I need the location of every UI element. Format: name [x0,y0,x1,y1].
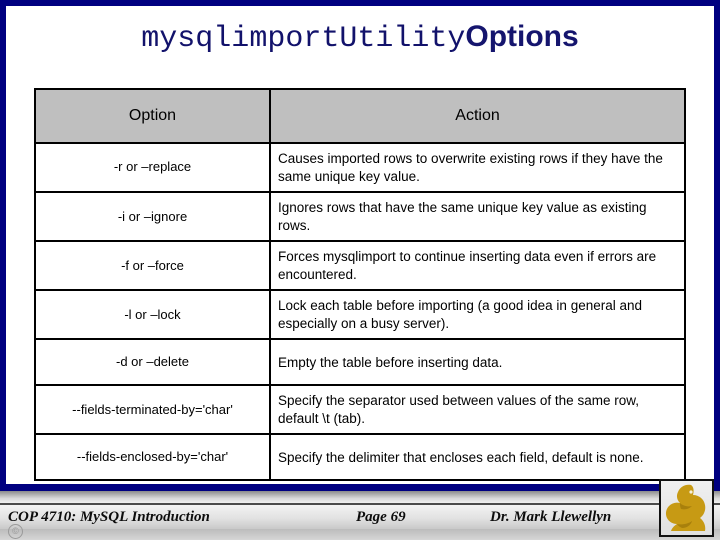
table-row: -i or –ignore Ignores rows that have the … [34,191,686,243]
action-cell: Forces mysqlimport to continue inserting… [269,240,686,292]
page-title: mysqlimportUtilityOptions [0,20,720,56]
table-row: -r or –replace Causes imported rows to ov… [34,141,686,194]
option-cell: --fields-enclosed-by='char' [34,433,271,482]
footer-accent-line [0,484,720,491]
copyright-mark: © [8,524,23,539]
action-cell: Empty the table before inserting data. [269,338,686,387]
action-cell: Ignores rows that have the same unique k… [269,191,686,243]
table-body: -r or –replace Causes imported rows to ov… [34,141,686,482]
title-utility-word: Utility [339,22,466,56]
slide-border-right [714,0,720,540]
title-monospace-part: mysqlimportUtility [141,22,465,56]
table-row: -l or –lock Lock each table before import… [34,289,686,341]
ucf-pegasus-logo [659,479,714,537]
title-options-word: Options [465,20,579,53]
footer-gradient-band [0,491,720,503]
option-cell: -f or –force [34,240,271,292]
slide-border-left [0,0,6,540]
table-row: --fields-enclosed-by='char' Specify the d… [34,433,686,482]
footer-course-label: COP 4710: MySQL Introduction [8,508,210,525]
slide-canvas: mysqlimportUtilityOptions Option Action … [0,0,720,540]
footer-author-label: Dr. Mark Llewellyn [490,508,612,525]
mysqlimport-options-table: Option Action -r or –replace Causes impor… [34,88,686,482]
table-row: --fields-terminated-by='char' Specify the… [34,384,686,436]
footer-text-bar: COP 4710: MySQL Introduction Page 69 Dr.… [0,505,720,529]
column-header-action: Action [269,88,686,144]
table-row: -f or –force Forces mysqlimport to contin… [34,240,686,292]
option-cell: -d or –delete [34,338,271,387]
slide-footer: COP 4710: MySQL Introduction Page 69 Dr.… [0,484,720,540]
title-command-name: mysqlimport [141,22,340,56]
column-header-option: Option [34,88,271,144]
action-cell: Lock each table before importing (a good… [269,289,686,341]
option-cell: -i or –ignore [34,191,271,243]
table-row: -d or –delete Empty the table before inse… [34,338,686,387]
table-header-row: Option Action [34,88,686,144]
slide-border-top [0,0,720,6]
table-header: Option Action [34,88,686,144]
footer-bottom-band [0,529,720,540]
action-cell: Causes imported rows to overwrite existi… [269,141,686,194]
option-cell: -r or –replace [34,141,271,194]
footer-page-number: Page 69 [356,508,406,525]
option-cell: --fields-terminated-by='char' [34,384,271,436]
action-cell: Specify the separator used between value… [269,384,686,436]
action-cell: Specify the delimiter that encloses each… [269,433,686,482]
option-cell: -l or –lock [34,289,271,341]
